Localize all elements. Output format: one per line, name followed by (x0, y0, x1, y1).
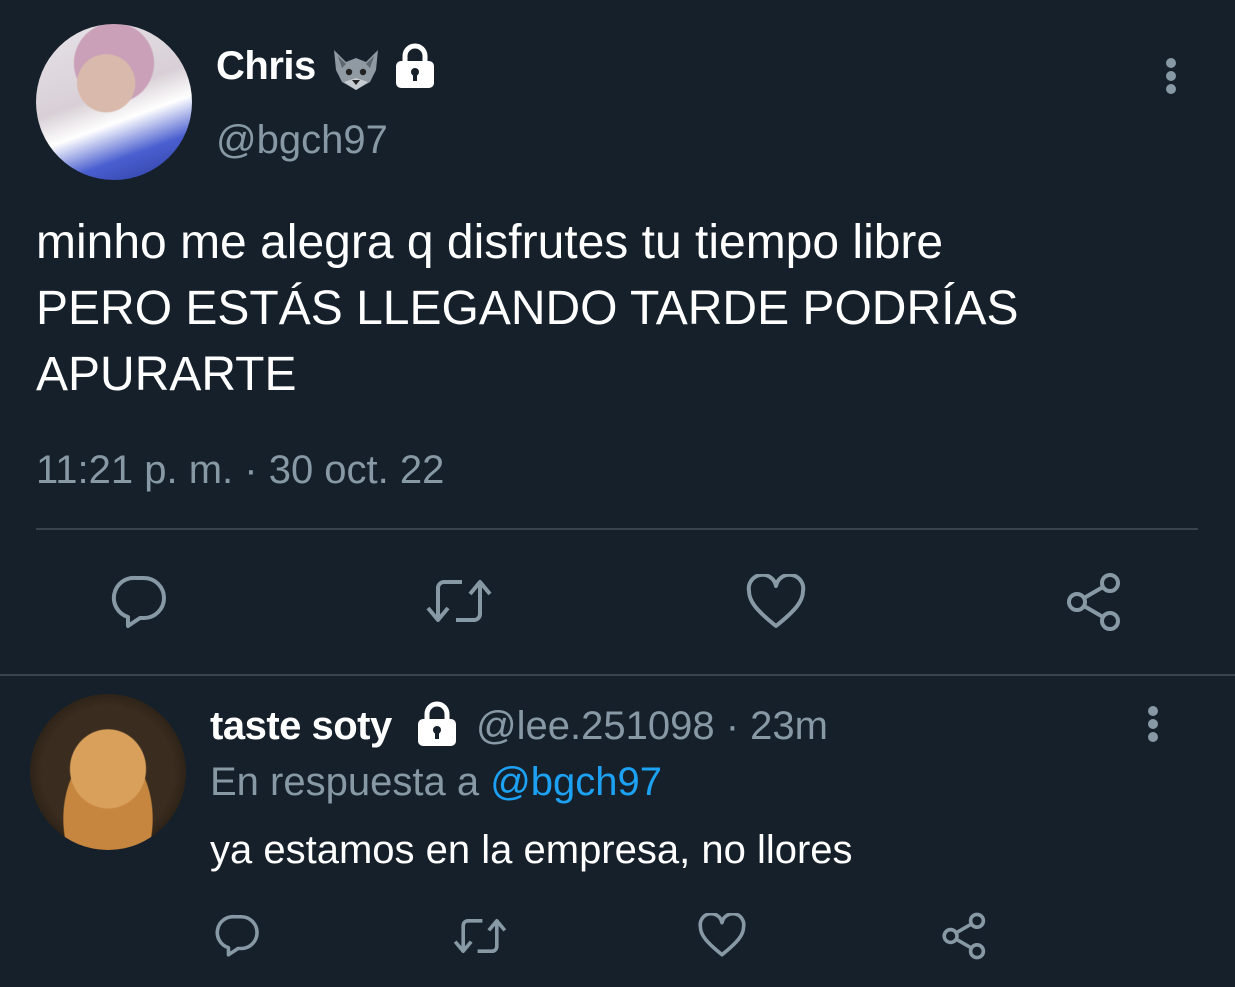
author-avatar[interactable] (36, 24, 192, 180)
in-reply-to-handle-link[interactable]: @bgch97 (490, 760, 662, 804)
reply-icon (111, 575, 166, 628)
tweet-text: minho me alegra q disfrutes tu tiempo li… (36, 216, 1019, 401)
divider (0, 674, 1235, 676)
reply-reply-button[interactable] (214, 912, 262, 958)
wolf-icon (334, 50, 378, 90)
reply-button[interactable] (110, 572, 170, 630)
like-icon (698, 913, 746, 957)
in-reply-to-label: En respuesta a (210, 760, 491, 804)
share-icon (942, 912, 986, 960)
reply-icon (215, 914, 259, 957)
author-handle[interactable]: @bgch97 (216, 118, 388, 163)
in-reply-to: En respuesta a @bgch97 (210, 760, 662, 805)
reply-share-button[interactable] (940, 912, 990, 960)
share-button[interactable] (1064, 572, 1126, 632)
retweet-icon (453, 919, 507, 953)
reply-author-name[interactable]: taste soty (210, 704, 392, 749)
retweet-button[interactable] (424, 574, 494, 628)
divider (36, 528, 1198, 530)
reply-retweet-button[interactable] (452, 914, 508, 958)
tweet-more-menu[interactable] (1156, 54, 1186, 98)
more-icon (1166, 58, 1176, 68)
reply-handle-time[interactable]: @lee.251098 · 23m (476, 704, 828, 749)
lock-icon (396, 43, 434, 88)
share-icon (1067, 573, 1120, 631)
reply-author-avatar[interactable] (30, 694, 186, 850)
like-icon (746, 574, 806, 628)
like-button[interactable] (746, 574, 806, 630)
retweet-icon (426, 580, 492, 622)
tweet-timestamp[interactable]: 11:21 p. m. · 30 oct. 22 (36, 448, 444, 493)
more-icon (1148, 706, 1158, 716)
reply-more-menu[interactable] (1138, 702, 1168, 746)
reply-like-button[interactable] (698, 913, 746, 958)
author-name[interactable]: Chris (216, 44, 316, 89)
reply-text: ya estamos en la empresa, no llores (210, 828, 853, 872)
lock-icon (418, 701, 456, 746)
